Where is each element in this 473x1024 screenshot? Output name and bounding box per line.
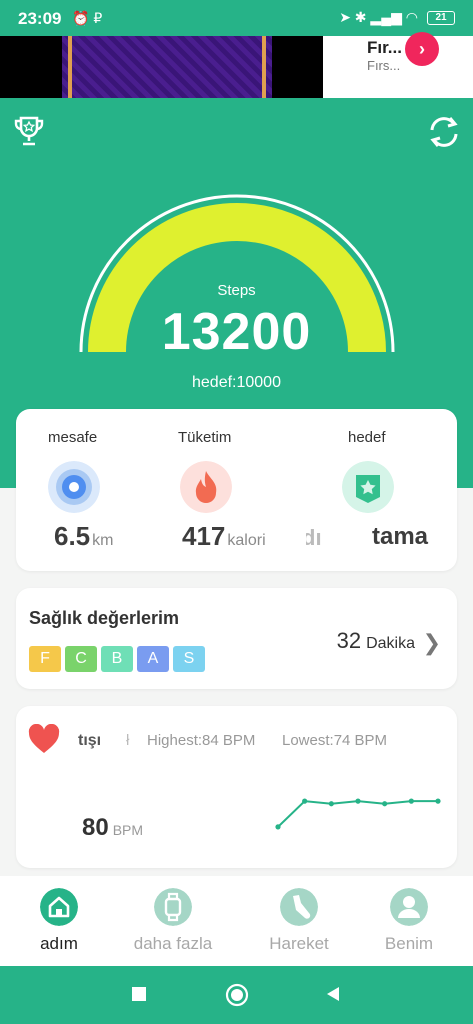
stat-value: 6.5 km xyxy=(54,521,113,552)
stat-label: mesafe xyxy=(48,429,98,446)
bottom-nav: adım daha fazla Hareket Benim xyxy=(0,876,473,966)
step-goal: hedef:10000 xyxy=(192,374,281,391)
grade-badge: F xyxy=(29,646,61,672)
heart-rate-highest: Highest:84 BPM xyxy=(147,732,256,749)
sync-icon[interactable] xyxy=(426,114,462,150)
steps-label: Steps xyxy=(217,282,256,299)
shoe-icon xyxy=(280,888,318,926)
heart-icon xyxy=(28,724,60,753)
chevron-right-icon[interactable]: ❯ xyxy=(423,630,441,656)
nav-item-benim[interactable]: Benim xyxy=(350,876,468,966)
distance-unit: km xyxy=(92,532,114,549)
system-nav-bar xyxy=(0,966,473,1024)
nav-item-daha-fazla[interactable]: daha fazla xyxy=(114,876,232,966)
heart-rate-point xyxy=(355,798,361,804)
signal-wifi-icons: ➤ ✱ ▂▄▆ ◠ xyxy=(339,9,418,25)
heart-rate-point xyxy=(408,798,414,804)
trophy-icon[interactable] xyxy=(12,114,46,148)
heart-rate-point xyxy=(435,798,441,804)
nav-label: adım xyxy=(40,934,78,953)
heart-rate-card[interactable]: tışı ł Highest:84 BPM Lowest:74 BPM 80 BP… xyxy=(16,706,457,868)
heart-rate-lowest: Lowest:74 BPM xyxy=(282,732,388,749)
watch-icon xyxy=(154,888,192,926)
status-bar: 23:09 ⏰ ₽ ➤ ✱ ▂▄▆ ◠ 21 xyxy=(0,0,473,36)
health-title: Sağlık değerlerim xyxy=(29,608,180,628)
stats-card: mesafe 6.5 km Tüketim 417 kalori hedef dı … xyxy=(16,409,457,571)
health-values-card[interactable]: Sağlık değerlerim F C B A S 32 Dakika ❯ xyxy=(16,588,457,689)
stat-label: Tüketim xyxy=(178,429,232,446)
calories-unit: kalori xyxy=(227,532,266,549)
stat-value-partial: dı xyxy=(306,525,322,550)
back-button[interactable] xyxy=(324,985,342,1003)
bpm-value: 80 xyxy=(82,814,109,841)
status-right-icons: ➤ ✱ ▂▄▆ ◠ 21 xyxy=(339,9,455,26)
distance-value: 6.5 xyxy=(54,521,91,551)
heart-rate-point xyxy=(328,801,334,807)
stat-goal[interactable]: hedef dı tama xyxy=(306,409,457,571)
status-notification-icons: ⏰ ₽ xyxy=(72,10,103,26)
heart-rate-line xyxy=(277,800,438,828)
ad-card[interactable]: Fır... Fırs... › xyxy=(323,32,473,98)
recents-button[interactable] xyxy=(130,985,148,1003)
stat-distance[interactable]: mesafe 6.5 km xyxy=(16,409,156,571)
ad-title[interactable]: Fır... xyxy=(367,38,402,58)
status-time: 23:09 xyxy=(18,9,62,28)
person-icon xyxy=(390,888,428,926)
nav-label: Hareket xyxy=(269,934,329,953)
heart-rate-point xyxy=(275,824,281,830)
location-pin-icon xyxy=(48,461,100,513)
home-button[interactable] xyxy=(225,983,249,1007)
stat-label: hedef xyxy=(348,429,386,446)
health-grades: F C B A S xyxy=(29,646,205,672)
grade-badge: C xyxy=(65,646,97,672)
heart-rate-chart xyxy=(275,798,441,830)
ad-arrow-button[interactable]: › xyxy=(405,32,439,66)
nav-label: Benim xyxy=(384,934,434,953)
heart-rate-title: tışı xyxy=(78,732,102,749)
heart-rate-value: 80 BPM xyxy=(82,814,143,842)
stat-value: tama xyxy=(372,523,429,550)
health-duration: 32 Dakika xyxy=(337,628,415,654)
bpm-unit: BPM xyxy=(112,822,144,838)
nav-item-adim[interactable]: adım xyxy=(0,876,118,966)
heart-rate-point xyxy=(302,798,308,804)
ad-banner[interactable]: Fır... Fırs... › xyxy=(0,32,473,98)
stat-value: 417 kalori xyxy=(182,521,266,552)
stat-calories[interactable]: Tüketim 417 kalori xyxy=(162,409,302,571)
grade-badge: S xyxy=(173,646,205,672)
heart-rate-point xyxy=(382,801,388,807)
nav-label: daha fazla xyxy=(133,934,213,953)
duration-unit: Dakika xyxy=(366,635,415,652)
ad-image[interactable] xyxy=(62,36,272,98)
battery-icon: 21 xyxy=(427,10,455,25)
ad-subtitle[interactable]: Fırs... xyxy=(367,58,400,73)
steps-value: 13200 xyxy=(161,303,312,361)
nav-item-hareket[interactable]: Hareket xyxy=(240,876,358,966)
calories-value: 417 xyxy=(182,521,226,551)
grade-badge: B xyxy=(101,646,133,672)
flame-icon xyxy=(180,461,232,513)
home-icon xyxy=(40,888,78,926)
duration-value: 32 xyxy=(336,628,362,653)
heart-rate-divider: ł xyxy=(126,732,130,749)
grade-badge: A xyxy=(137,646,169,672)
star-badge-icon xyxy=(342,461,394,513)
